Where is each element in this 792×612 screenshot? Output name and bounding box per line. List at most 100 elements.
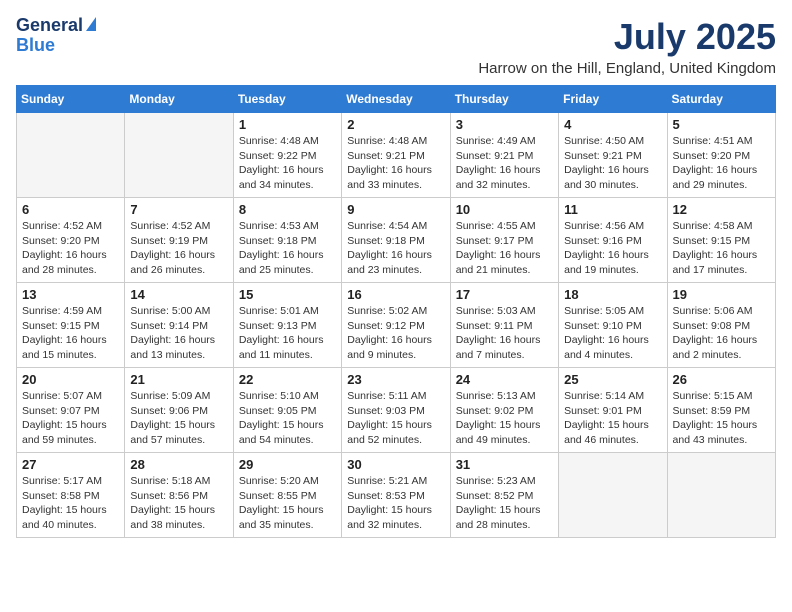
weekday-header-wednesday: Wednesday bbox=[342, 86, 450, 113]
calendar-week-row: 20 Sunrise: 5:07 AM Sunset: 9:07 PM Dayli… bbox=[17, 368, 776, 453]
day-detail: Sunrise: 4:49 AM Sunset: 9:21 PM Dayligh… bbox=[456, 134, 553, 193]
day-number: 31 bbox=[456, 457, 553, 472]
day-detail: Sunrise: 5:07 AM Sunset: 9:07 PM Dayligh… bbox=[22, 389, 119, 448]
calendar-cell: 27Sunrise: 5:17 AM Sunset: 8:58 PM Dayli… bbox=[17, 453, 125, 538]
calendar-cell: 10 Sunrise: 4:55 AM Sunset: 9:17 PM Dayli… bbox=[450, 198, 558, 283]
day-number: 28 bbox=[130, 457, 227, 472]
calendar-header-row: SundayMondayTuesdayWednesdayThursdayFrid… bbox=[17, 86, 776, 113]
logo-blue: Blue bbox=[16, 36, 55, 56]
calendar-cell: 19 Sunrise: 5:06 AM Sunset: 9:08 PM Dayli… bbox=[667, 283, 775, 368]
calendar-cell bbox=[125, 113, 233, 198]
day-number: 15 bbox=[239, 287, 336, 302]
calendar-cell bbox=[667, 453, 775, 538]
day-detail: Sunrise: 5:15 AM Sunset: 8:59 PM Dayligh… bbox=[673, 389, 770, 448]
location-subtitle: Harrow on the Hill, England, United King… bbox=[478, 60, 776, 77]
day-number: 19 bbox=[673, 287, 770, 302]
day-detail: Sunrise: 5:02 AM Sunset: 9:12 PM Dayligh… bbox=[347, 304, 444, 363]
day-detail: Sunrise: 4:52 AM Sunset: 9:20 PM Dayligh… bbox=[22, 219, 119, 278]
calendar-cell: 13 Sunrise: 4:59 AM Sunset: 9:15 PM Dayli… bbox=[17, 283, 125, 368]
day-detail: Sunrise: 4:48 AM Sunset: 9:21 PM Dayligh… bbox=[347, 134, 444, 193]
day-detail: Sunrise: 4:55 AM Sunset: 9:17 PM Dayligh… bbox=[456, 219, 553, 278]
calendar-cell: 21 Sunrise: 5:09 AM Sunset: 9:06 PM Dayli… bbox=[125, 368, 233, 453]
day-detail: Sunrise: 5:20 AM Sunset: 8:55 PM Dayligh… bbox=[239, 474, 336, 533]
day-number: 29 bbox=[239, 457, 336, 472]
weekday-header-friday: Friday bbox=[559, 86, 667, 113]
day-number: 1 bbox=[239, 117, 336, 132]
calendar-cell: 6 Sunrise: 4:52 AM Sunset: 9:20 PM Daylig… bbox=[17, 198, 125, 283]
month-year-title: July 2025 bbox=[478, 16, 776, 58]
day-number: 9 bbox=[347, 202, 444, 217]
day-detail: Sunrise: 5:06 AM Sunset: 9:08 PM Dayligh… bbox=[673, 304, 770, 363]
calendar-cell: 30Sunrise: 5:21 AM Sunset: 8:53 PM Dayli… bbox=[342, 453, 450, 538]
day-detail: Sunrise: 5:10 AM Sunset: 9:05 PM Dayligh… bbox=[239, 389, 336, 448]
day-number: 23 bbox=[347, 372, 444, 387]
day-detail: Sunrise: 5:05 AM Sunset: 9:10 PM Dayligh… bbox=[564, 304, 661, 363]
day-number: 18 bbox=[564, 287, 661, 302]
day-number: 8 bbox=[239, 202, 336, 217]
calendar-cell: 11Sunrise: 4:56 AM Sunset: 9:16 PM Dayli… bbox=[559, 198, 667, 283]
calendar-cell: 2 Sunrise: 4:48 AM Sunset: 9:21 PM Daylig… bbox=[342, 113, 450, 198]
day-detail: Sunrise: 5:13 AM Sunset: 9:02 PM Dayligh… bbox=[456, 389, 553, 448]
day-number: 22 bbox=[239, 372, 336, 387]
day-detail: Sunrise: 5:03 AM Sunset: 9:11 PM Dayligh… bbox=[456, 304, 553, 363]
day-number: 17 bbox=[456, 287, 553, 302]
calendar-cell: 18 Sunrise: 5:05 AM Sunset: 9:10 PM Dayli… bbox=[559, 283, 667, 368]
calendar-cell: 5Sunrise: 4:51 AM Sunset: 9:20 PM Daylig… bbox=[667, 113, 775, 198]
weekday-header-thursday: Thursday bbox=[450, 86, 558, 113]
calendar-cell: 14Sunrise: 5:00 AM Sunset: 9:14 PM Dayli… bbox=[125, 283, 233, 368]
day-number: 25 bbox=[564, 372, 661, 387]
day-number: 30 bbox=[347, 457, 444, 472]
day-detail: Sunrise: 4:52 AM Sunset: 9:19 PM Dayligh… bbox=[130, 219, 227, 278]
calendar-cell: 8 Sunrise: 4:53 AM Sunset: 9:18 PM Daylig… bbox=[233, 198, 341, 283]
day-detail: Sunrise: 4:59 AM Sunset: 9:15 PM Dayligh… bbox=[22, 304, 119, 363]
day-number: 11 bbox=[564, 202, 661, 217]
day-number: 20 bbox=[22, 372, 119, 387]
calendar-cell: 4 Sunrise: 4:50 AM Sunset: 9:21 PM Daylig… bbox=[559, 113, 667, 198]
calendar-cell: 26 Sunrise: 5:15 AM Sunset: 8:59 PM Dayli… bbox=[667, 368, 775, 453]
calendar-cell: 7 Sunrise: 4:52 AM Sunset: 9:19 PM Daylig… bbox=[125, 198, 233, 283]
calendar-cell: 23 Sunrise: 5:11 AM Sunset: 9:03 PM Dayli… bbox=[342, 368, 450, 453]
calendar-cell: 15 Sunrise: 5:01 AM Sunset: 9:13 PM Dayli… bbox=[233, 283, 341, 368]
calendar-cell: 24Sunrise: 5:13 AM Sunset: 9:02 PM Dayli… bbox=[450, 368, 558, 453]
day-number: 4 bbox=[564, 117, 661, 132]
calendar-cell: 29 Sunrise: 5:20 AM Sunset: 8:55 PM Dayli… bbox=[233, 453, 341, 538]
day-number: 3 bbox=[456, 117, 553, 132]
day-number: 14 bbox=[130, 287, 227, 302]
weekday-header-sunday: Sunday bbox=[17, 86, 125, 113]
day-detail: Sunrise: 5:11 AM Sunset: 9:03 PM Dayligh… bbox=[347, 389, 444, 448]
day-detail: Sunrise: 5:09 AM Sunset: 9:06 PM Dayligh… bbox=[130, 389, 227, 448]
day-number: 13 bbox=[22, 287, 119, 302]
calendar-cell: 1Sunrise: 4:48 AM Sunset: 9:22 PM Daylig… bbox=[233, 113, 341, 198]
calendar-cell: 31Sunrise: 5:23 AM Sunset: 8:52 PM Dayli… bbox=[450, 453, 558, 538]
day-detail: Sunrise: 5:01 AM Sunset: 9:13 PM Dayligh… bbox=[239, 304, 336, 363]
calendar-cell: 28 Sunrise: 5:18 AM Sunset: 8:56 PM Dayli… bbox=[125, 453, 233, 538]
day-number: 21 bbox=[130, 372, 227, 387]
day-number: 12 bbox=[673, 202, 770, 217]
calendar-week-row: 6 Sunrise: 4:52 AM Sunset: 9:20 PM Daylig… bbox=[17, 198, 776, 283]
day-number: 16 bbox=[347, 287, 444, 302]
day-number: 2 bbox=[347, 117, 444, 132]
calendar-cell: 16 Sunrise: 5:02 AM Sunset: 9:12 PM Dayli… bbox=[342, 283, 450, 368]
title-block: July 2025 Harrow on the Hill, England, U… bbox=[478, 16, 776, 77]
calendar-cell: 25Sunrise: 5:14 AM Sunset: 9:01 PM Dayli… bbox=[559, 368, 667, 453]
calendar-cell: 22 Sunrise: 5:10 AM Sunset: 9:05 PM Dayli… bbox=[233, 368, 341, 453]
day-number: 6 bbox=[22, 202, 119, 217]
logo-general: General bbox=[16, 16, 83, 36]
day-detail: Sunrise: 4:58 AM Sunset: 9:15 PM Dayligh… bbox=[673, 219, 770, 278]
day-number: 10 bbox=[456, 202, 553, 217]
day-number: 5 bbox=[673, 117, 770, 132]
calendar-table: SundayMondayTuesdayWednesdayThursdayFrid… bbox=[16, 85, 776, 538]
day-number: 7 bbox=[130, 202, 227, 217]
day-number: 26 bbox=[673, 372, 770, 387]
day-detail: Sunrise: 4:50 AM Sunset: 9:21 PM Dayligh… bbox=[564, 134, 661, 193]
calendar-cell bbox=[17, 113, 125, 198]
weekday-header-monday: Monday bbox=[125, 86, 233, 113]
calendar-cell: 20 Sunrise: 5:07 AM Sunset: 9:07 PM Dayli… bbox=[17, 368, 125, 453]
day-number: 27 bbox=[22, 457, 119, 472]
day-detail: Sunrise: 4:53 AM Sunset: 9:18 PM Dayligh… bbox=[239, 219, 336, 278]
calendar-cell: 17 Sunrise: 5:03 AM Sunset: 9:11 PM Dayli… bbox=[450, 283, 558, 368]
logo: General Blue bbox=[16, 16, 96, 56]
calendar-week-row: 27Sunrise: 5:17 AM Sunset: 8:58 PM Dayli… bbox=[17, 453, 776, 538]
day-detail: Sunrise: 5:18 AM Sunset: 8:56 PM Dayligh… bbox=[130, 474, 227, 533]
calendar-cell: 12 Sunrise: 4:58 AM Sunset: 9:15 PM Dayli… bbox=[667, 198, 775, 283]
